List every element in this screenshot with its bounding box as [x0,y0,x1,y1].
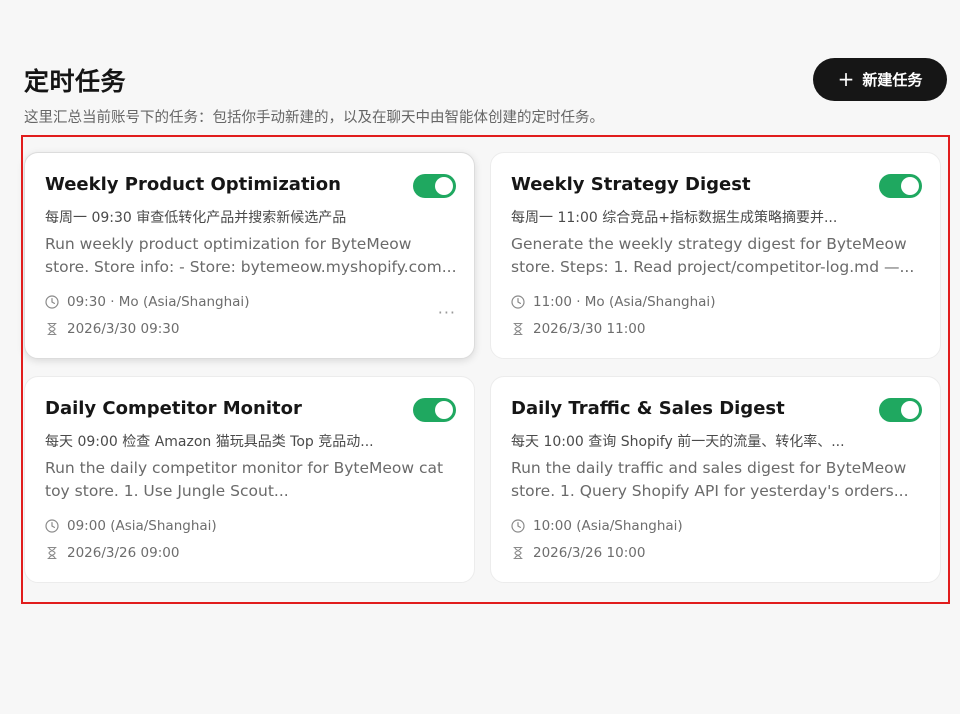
task-next-run-row: 2026/3/30 09:30 [45,321,179,337]
task-time-row: 11:00 · Mo (Asia/Shanghai) [511,294,715,310]
task-schedule-summary: 每周一 09:30 审查低转化产品并搜索新候选产品 [45,210,347,226]
task-time: 09:30 · Mo (Asia/Shanghai) [67,294,250,310]
task-time: 11:00 · Mo (Asia/Shanghai) [533,294,716,310]
task-next-run: 2026/3/26 09:00 [67,545,180,561]
task-description: Run the daily competitor monitor for Byt… [45,459,444,500]
task-enabled-toggle[interactable] [413,174,456,198]
task-next-run-row: 2026/3/30 11:00 [511,321,645,337]
task-title: Daily Competitor Monitor [45,398,302,419]
task-schedule-summary: 每天 09:00 检查 Amazon 猫玩具品类 Top 竞品动... [45,434,374,450]
more-options-icon[interactable]: ··· [438,303,456,322]
page-title: 定时任务 [24,67,127,96]
task-enabled-toggle[interactable] [413,398,456,422]
task-card[interactable]: Daily Competitor Monitor 每天 09:00 检查 Ama… [24,376,475,583]
clock-icon [45,295,59,309]
task-title: Weekly Strategy Digest [511,174,751,195]
task-next-run: 2026/3/30 09:30 [67,321,180,337]
page-subtitle: 这里汇总当前账号下的任务：包括你手动新建的，以及在聊天中由智能体创建的定时任务。 [24,110,604,126]
hourglass-icon [511,546,525,560]
hourglass-icon [45,322,59,336]
plus-icon: + [837,66,855,91]
clock-icon [511,519,525,533]
new-task-button[interactable]: + 新建任务 [813,58,947,101]
task-time-row: 10:00 (Asia/Shanghai) [511,518,683,534]
task-card[interactable]: Daily Traffic & Sales Digest 每天 10:00 查询… [490,376,941,583]
task-card[interactable]: Weekly Product Optimization 每周一 09:30 审查… [24,152,475,359]
task-next-run: 2026/3/26 10:00 [533,545,646,561]
task-card[interactable]: Weekly Strategy Digest 每周一 11:00 综合竞品+指标… [490,152,941,359]
task-next-run-row: 2026/3/26 09:00 [45,545,179,561]
task-next-run-row: 2026/3/26 10:00 [511,545,645,561]
task-description: Run weekly product optimization for Byte… [45,235,457,276]
task-description: Generate the weekly strategy digest for … [511,235,915,276]
task-time-row: 09:30 · Mo (Asia/Shanghai) [45,294,249,310]
task-enabled-toggle[interactable] [879,398,922,422]
task-enabled-toggle[interactable] [879,174,922,198]
clock-icon [45,519,59,533]
task-description: Run the daily traffic and sales digest f… [511,459,909,500]
task-next-run: 2026/3/30 11:00 [533,321,646,337]
new-task-label: 新建任务 [862,71,923,89]
hourglass-icon [45,546,59,560]
task-title: Daily Traffic & Sales Digest [511,398,785,419]
task-time: 10:00 (Asia/Shanghai) [533,518,683,534]
task-title: Weekly Product Optimization [45,174,341,195]
hourglass-icon [511,322,525,336]
task-schedule-summary: 每天 10:00 查询 Shopify 前一天的流量、转化率、... [511,434,845,450]
task-schedule-summary: 每周一 11:00 综合竞品+指标数据生成策略摘要并... [511,210,838,226]
task-time: 09:00 (Asia/Shanghai) [67,518,217,534]
clock-icon [511,295,525,309]
task-time-row: 09:00 (Asia/Shanghai) [45,518,217,534]
